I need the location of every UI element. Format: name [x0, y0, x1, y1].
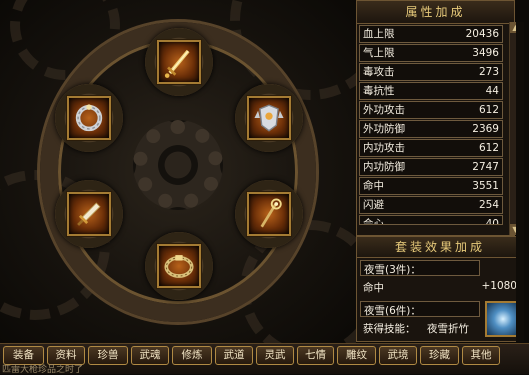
- set-bonus-panel: 套装效果加成 夜雪(3件)： 命中 +1080 夜雪(6件)： 获得技能： 夜雪…: [356, 236, 524, 342]
- armor-icon: [254, 104, 284, 132]
- attribute-label: 气上限: [363, 47, 395, 59]
- attribute-label: 内功防御: [363, 161, 405, 173]
- tab-2[interactable]: 珍兽: [88, 346, 128, 365]
- set6-label: 夜雪(6件)：: [364, 305, 421, 317]
- attribute-row: 外功防御 2369: [359, 120, 503, 138]
- sword-icon: [164, 49, 190, 78]
- equipment-slot-belt[interactable]: [157, 244, 201, 288]
- attribute-label: 外功攻击: [363, 104, 405, 116]
- equipment-slot-ornament[interactable]: [247, 192, 291, 236]
- tab-9[interactable]: 武境: [379, 346, 417, 365]
- set3-value: +1080: [481, 280, 517, 292]
- attribute-label: 闪避: [363, 199, 384, 211]
- attribute-row: 毒攻击 273: [359, 63, 503, 81]
- attribute-row: 命中 3551: [359, 177, 503, 195]
- set6-skill-prefix: 获得技能：: [363, 323, 416, 335]
- equipment-slot-armor[interactable]: [247, 96, 291, 140]
- bracelet-icon: [75, 104, 103, 132]
- attribute-value: 40: [485, 218, 499, 225]
- attribute-value: 273: [478, 66, 499, 78]
- attribute-label: 外功防御: [363, 123, 405, 135]
- equipment-slot-hidden-weapon[interactable]: [67, 192, 111, 236]
- tab-6[interactable]: 灵武: [256, 346, 294, 365]
- attribute-label: 内功攻击: [363, 142, 405, 154]
- attribute-label: 命中: [363, 180, 384, 192]
- set3-label-box: 夜雪(3件)：: [360, 260, 480, 276]
- tab-10[interactable]: 珍藏: [420, 346, 459, 365]
- center-gear-icon: [133, 120, 223, 210]
- attribute-label: 毒抗性: [363, 85, 395, 97]
- tab-5[interactable]: 武道: [215, 346, 253, 365]
- equipment-area: [0, 0, 356, 343]
- attribute-row: 血上限 20436: [359, 25, 503, 43]
- staff-icon: [260, 198, 282, 228]
- attribute-panel-title: 属性加成: [357, 1, 514, 24]
- tab-4[interactable]: 修炼: [172, 346, 212, 365]
- attribute-value: 44: [485, 85, 499, 97]
- attribute-value: 2747: [472, 161, 499, 173]
- set6-label-box: 夜雪(6件)：: [360, 301, 480, 317]
- attribute-value: 3551: [472, 180, 499, 192]
- attribute-row: 内功攻击 612: [359, 139, 503, 157]
- footer-text: 匹雷大枪珍品之时了: [2, 365, 84, 375]
- attribute-value: 612: [478, 142, 499, 154]
- attribute-row: 气上限 3496: [359, 44, 503, 62]
- attribute-row: 闪避 254: [359, 196, 503, 214]
- equipment-slot-accessory[interactable]: [67, 96, 111, 140]
- attribute-row: 毒抗性 44: [359, 82, 503, 100]
- attribute-label: 毒攻击: [363, 66, 395, 78]
- tab-11[interactable]: 其他: [462, 346, 500, 365]
- belt-icon: [164, 255, 194, 278]
- attribute-row: 会心 40: [359, 215, 503, 225]
- equipment-slot-weapon[interactable]: [157, 40, 201, 84]
- panel-scrollbar[interactable]: [516, 22, 524, 342]
- tab-7[interactable]: 七情: [297, 346, 334, 365]
- dagger-icon: [77, 202, 101, 226]
- tab-3[interactable]: 武魂: [131, 346, 169, 365]
- attribute-label: 血上限: [363, 28, 395, 40]
- attribute-value: 3496: [472, 47, 499, 59]
- attribute-row: 外功攻击 612: [359, 101, 503, 119]
- attribute-value: 2369: [472, 123, 499, 135]
- set-bonus-title: 套装效果加成: [357, 237, 523, 258]
- set6-skill-name: 夜雪折竹: [427, 323, 469, 335]
- tab-8[interactable]: 雕纹: [337, 346, 376, 365]
- attribute-value: 612: [478, 104, 499, 116]
- attribute-row: 内功防御 2747: [359, 158, 503, 176]
- attribute-value: 254: [478, 199, 499, 211]
- set3-label: 夜雪(3件)：: [364, 264, 421, 276]
- attribute-label: 会心: [363, 218, 384, 225]
- attribute-value: 20436: [465, 28, 499, 40]
- set3-stat: 命中: [363, 282, 384, 294]
